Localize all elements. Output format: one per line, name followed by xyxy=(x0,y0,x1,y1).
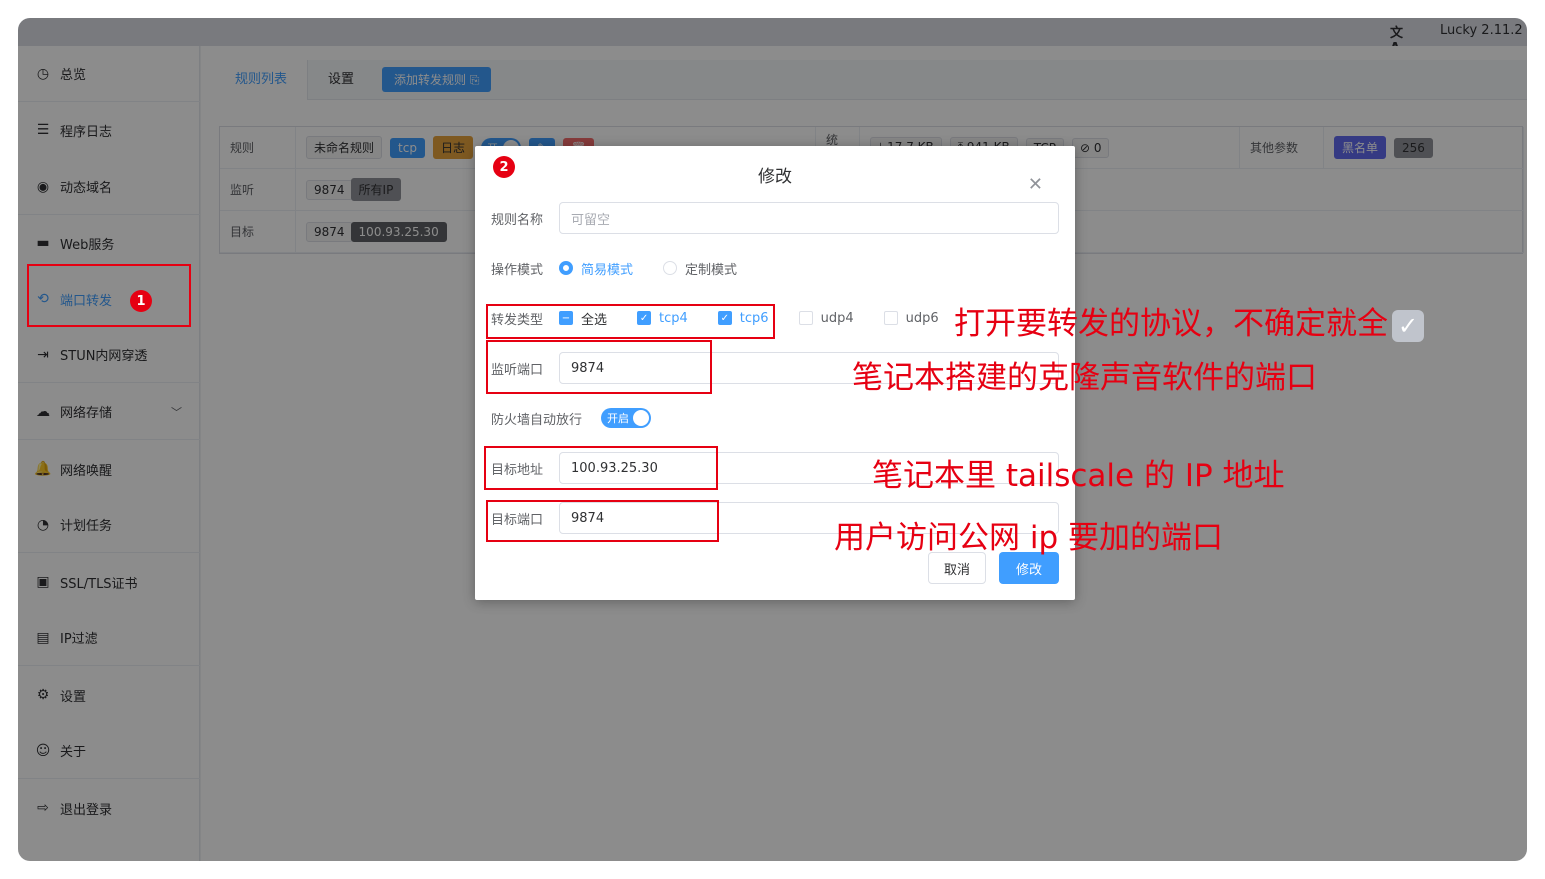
annotation-badge-1: 1 xyxy=(130,290,152,312)
annotation-protocol: 打开要转发的协议，不确定就全 ✓ xyxy=(954,298,1424,343)
mode-label: 操作模式 xyxy=(491,262,544,278)
rule-name-input[interactable]: 可留空 xyxy=(559,202,1059,234)
mode-custom-radio[interactable]: 定制模式 xyxy=(663,259,737,278)
select-all-checkbox[interactable]: − 全选 xyxy=(559,309,607,328)
tcp6-checkbox[interactable]: ✓ tcp6 xyxy=(717,311,769,326)
firewall-label: 防火墙自动放行 xyxy=(491,412,583,428)
forward-type-label: 转发类型 xyxy=(491,312,544,328)
rule-name-label: 规则名称 xyxy=(491,212,544,228)
firewall-switch[interactable]: 开启 xyxy=(601,408,651,428)
annotation-listen: 笔记本搭建的克隆声音软件的端口 xyxy=(852,360,1317,396)
listen-port-label: 监听端口 xyxy=(491,362,544,378)
annotation-public-port: 用户访问公网 ip 要加的端口 xyxy=(834,520,1223,556)
mode-simple-radio[interactable]: 简易模式 xyxy=(559,259,633,278)
checkmark-icon: ✓ xyxy=(1392,309,1424,342)
close-icon[interactable]: ✕ xyxy=(1028,174,1043,195)
udp6-checkbox[interactable]: udp6 xyxy=(883,311,939,326)
firewall-row: 防火墙自动放行 开启 xyxy=(491,402,1061,434)
rule-name-row: 规则名称 可留空 xyxy=(491,202,1061,234)
udp4-checkbox[interactable]: udp4 xyxy=(798,311,854,326)
target-address-label: 目标地址 xyxy=(491,462,544,478)
mode-row: 操作模式 简易模式 定制模式 xyxy=(491,252,1061,284)
annotation-target-ip: 笔记本里 tailscale 的 IP 地址 xyxy=(872,458,1285,494)
dialog-title: 修改 xyxy=(758,167,792,187)
target-port-label: 目标端口 xyxy=(491,512,544,528)
tcp4-checkbox[interactable]: ✓ tcp4 xyxy=(637,311,688,326)
